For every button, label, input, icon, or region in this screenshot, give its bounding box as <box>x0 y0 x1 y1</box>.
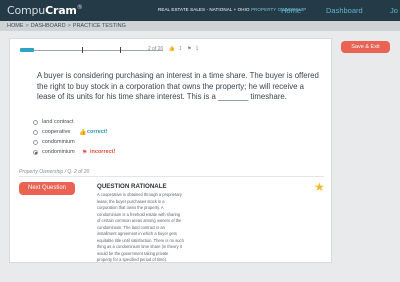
flags-count: 1 <box>195 46 199 52</box>
answer-option[interactable]: condominium <box>33 139 153 148</box>
breadcrumb-separator: > <box>67 23 71 29</box>
progress-tick <box>120 47 121 53</box>
radio-button[interactable] <box>33 120 38 125</box>
question-meta: Property Ownership / Q. 2 of 20 <box>19 169 90 175</box>
flag-icon: ⚑ <box>82 150 88 156</box>
rationale-title: QUESTION RATIONALE <box>97 183 167 190</box>
breadcrumb-separator: > <box>25 23 29 29</box>
divider <box>19 176 324 177</box>
breadcrumb: HOME > DASHBOARD > PRACTICE TESTING <box>0 21 400 31</box>
likes-count: 1 <box>178 46 182 52</box>
progress-track <box>20 50 163 51</box>
progress-bar <box>20 47 163 53</box>
correct-feedback: correct! <box>87 129 108 135</box>
question-count: 2 of 20 <box>148 46 164 52</box>
incorrect-feedback: incorrect! <box>90 149 116 155</box>
answer-label: cooperative <box>42 129 71 135</box>
question-card: 2 of 20 👍 1 ⚑ 1 A buyer is considering pur… <box>9 38 332 263</box>
star-icon[interactable]: ★ <box>314 181 325 193</box>
answer-label: condominium <box>42 149 75 155</box>
answer-option[interactable]: condominium ⚑ incorrect! <box>33 149 153 158</box>
save-exit-button[interactable]: Save & Exit <box>341 41 390 53</box>
progress-fill <box>20 48 35 52</box>
top-bar: CompuCram® REAL ESTATE SALES - NATIONAL … <box>0 0 400 21</box>
thumbs-up-icon[interactable]: 👍 <box>169 46 175 52</box>
breadcrumb-dashboard[interactable]: DASHBOARD <box>31 23 66 29</box>
flag-icon[interactable]: ⚑ <box>187 46 191 52</box>
nav-jobs[interactable]: Jo <box>390 6 398 15</box>
radio-button[interactable] <box>33 130 38 135</box>
rationale-text: A cooperative is obtained through a prop… <box>97 192 184 262</box>
question-text: A buyer is considering purchasing an int… <box>37 71 319 101</box>
answer-option[interactable]: cooperative 👍 correct! <box>33 129 153 138</box>
breadcrumb-home[interactable]: HOME <box>7 23 24 29</box>
nav-dashboard[interactable]: Dashboard <box>326 6 363 15</box>
answer-option[interactable]: land contract <box>33 119 153 128</box>
answer-label: land contract <box>42 119 74 125</box>
next-question-button[interactable]: Next Question <box>19 182 75 195</box>
breadcrumb-current: PRACTICE TESTING <box>72 23 126 29</box>
nav-home[interactable]: Home <box>281 6 301 15</box>
progress-tick <box>82 47 83 53</box>
logo[interactable]: CompuCram® <box>7 4 83 17</box>
radio-button[interactable] <box>33 140 38 145</box>
question-stats: 2 of 20 👍 1 ⚑ 1 <box>148 46 202 52</box>
radio-button-selected[interactable] <box>33 150 38 155</box>
thumbs-up-icon: 👍 <box>79 130 87 136</box>
answer-label: condominium <box>42 139 75 145</box>
